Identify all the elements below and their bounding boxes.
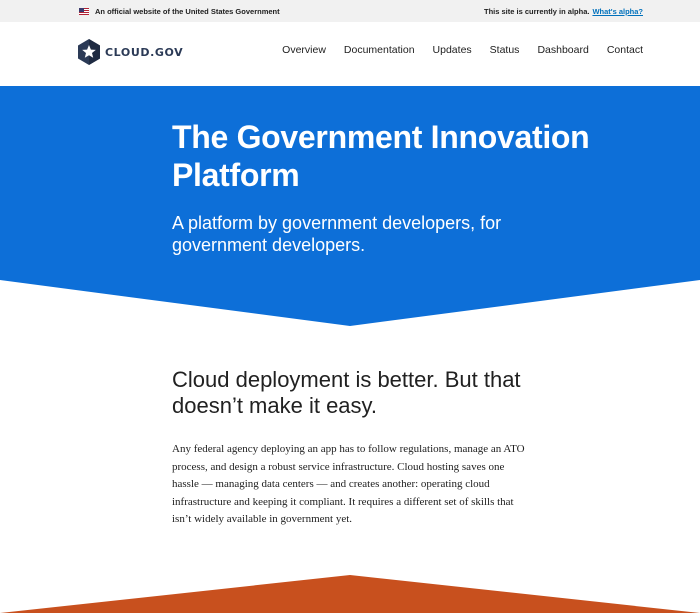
hero: The Government Innovation Platform A pla… — [0, 86, 700, 326]
intro-body: Any federal agency deploying an app has … — [172, 443, 525, 525]
alpha-text: This site is currently in alpha. — [484, 6, 590, 16]
official-notice: An official website of the United States… — [79, 0, 280, 22]
site-logo[interactable]: CLOUD.GOV — [78, 39, 183, 65]
orange-section-top — [0, 575, 700, 613]
us-flag-icon — [79, 7, 89, 15]
intro-heading: Cloud deployment is better. But that doe… — [172, 367, 521, 418]
nav-status[interactable]: Status — [490, 44, 520, 56]
cloud-gov-star-icon — [78, 39, 100, 65]
nav-updates[interactable]: Updates — [433, 44, 472, 56]
whats-alpha-link[interactable]: What's alpha? — [592, 7, 643, 16]
nav-contact[interactable]: Contact — [607, 44, 643, 56]
alpha-notice: This site is currently in alpha. What's … — [484, 0, 643, 22]
logo-text: CLOUD.GOV — [105, 45, 184, 59]
nav-overview[interactable]: Overview — [282, 44, 326, 56]
site-header: CLOUD.GOV Overview Documentation Updates… — [0, 22, 700, 86]
gov-banner: An official website of the United States… — [0, 0, 700, 22]
nav-documentation[interactable]: Documentation — [344, 44, 415, 56]
nav-dashboard[interactable]: Dashboard — [537, 44, 588, 56]
hero-title: The Government Innovation Platform — [172, 119, 590, 193]
hero-subtitle: A platform by government developers, for… — [172, 213, 502, 255]
main-nav: Overview Documentation Updates Status Da… — [282, 44, 643, 56]
official-text: An official website of the United States… — [95, 6, 280, 16]
